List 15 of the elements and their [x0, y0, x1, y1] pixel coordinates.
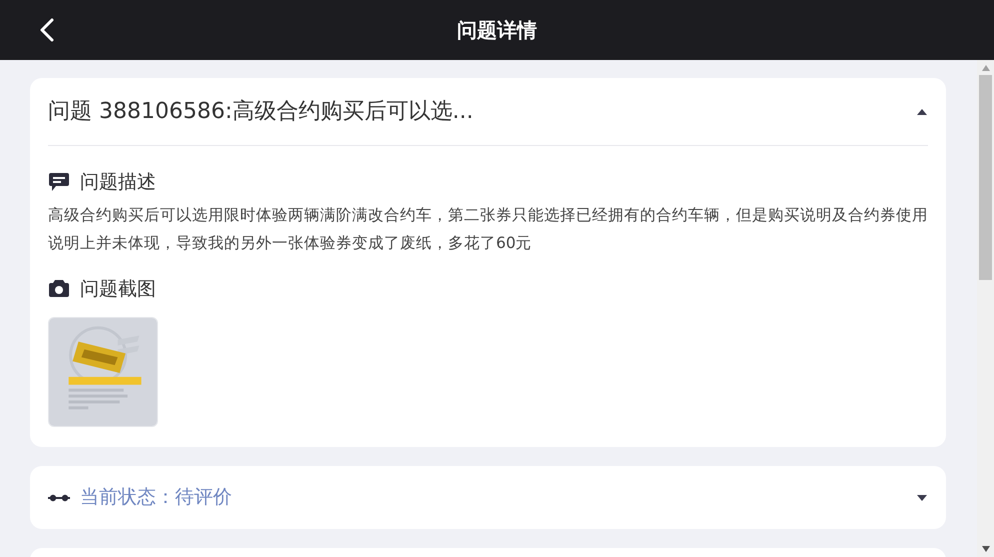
back-icon[interactable]: [40, 18, 54, 42]
status-text: 当前状态：待评价: [80, 485, 232, 510]
page-title: 问题详情: [457, 17, 537, 44]
scrollbar[interactable]: [977, 60, 994, 557]
scroll-down-icon[interactable]: [982, 546, 990, 552]
collapse-caret-icon[interactable]: [916, 108, 928, 116]
expand-caret-icon[interactable]: [916, 494, 928, 502]
status-card[interactable]: 当前状态：待评价: [30, 466, 946, 529]
description-text: 高级合约购买后可以选用限时体验两辆满阶满改合约车，第二张券只能选择已经拥有的合约车辆，但是购买说明及合约券使用说明上并未体现，导致我的另外一张体验券变成了废纸，多花了60元: [48, 204, 928, 254]
screenshot-label: 问题截图: [80, 276, 156, 302]
camera-icon: [48, 279, 70, 298]
problem-title: 问题 388106586:高级合约购买后可以选...: [48, 98, 474, 126]
comment-icon: [48, 172, 70, 192]
description-label: 问题描述: [80, 170, 156, 195]
status-icon: [48, 494, 70, 502]
